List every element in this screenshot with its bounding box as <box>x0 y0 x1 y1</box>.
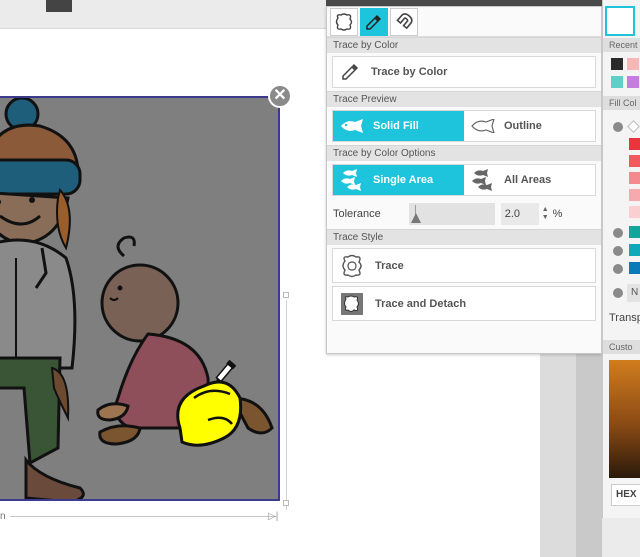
tolerance-slider[interactable] <box>408 203 495 225</box>
horizontal-dimension-line <box>10 516 276 517</box>
trace-label: Trace <box>375 259 404 272</box>
tab-trace[interactable] <box>330 8 358 36</box>
fill-swatch[interactable] <box>629 138 640 150</box>
trace-panel: Trace by Color Trace by Color Trace Prev… <box>326 6 602 354</box>
no-fill-swatch[interactable] <box>627 120 640 133</box>
color-drop-icon <box>613 264 623 274</box>
magnet-icon <box>396 13 413 30</box>
dimension-arrow-icon: ▷| <box>268 511 279 522</box>
tolerance-row: Tolerance ▲ ▼ % <box>327 199 601 229</box>
eyedropper-icon <box>342 64 358 80</box>
trace-shape-icon <box>335 13 353 31</box>
stepper-up-icon[interactable]: ▲ <box>542 206 549 214</box>
color-drop-icon <box>613 246 623 256</box>
recent-swatch[interactable] <box>611 58 623 70</box>
fill-swatch[interactable] <box>629 189 640 201</box>
transparency-label: Transp <box>609 312 640 324</box>
trace-by-color-button[interactable]: Trace by Color <box>332 56 596 88</box>
fill-swatch[interactable] <box>629 226 640 238</box>
fill-color-header: Fill Col <box>603 96 640 110</box>
fill-swatch[interactable] <box>629 262 640 274</box>
resize-handle[interactable] <box>283 500 289 506</box>
solid-fill-option[interactable]: Solid Fill <box>333 111 464 141</box>
trace-by-color-label: Trace by Color <box>371 66 448 78</box>
single-area-label: Single Area <box>373 174 434 186</box>
color-drop-icon <box>613 122 623 132</box>
solid-fill-label: Solid Fill <box>373 120 419 132</box>
vertical-dimension-line <box>286 300 287 510</box>
all-areas-label: All Areas <box>504 174 552 186</box>
slider-thumb[interactable] <box>410 213 421 223</box>
color-drop-icon <box>613 288 623 298</box>
fill-swatch[interactable] <box>629 244 640 256</box>
close-icon[interactable]: ✕ <box>268 84 292 108</box>
standing-figure-illustration <box>0 98 85 499</box>
trace-panel-tabs <box>327 7 601 37</box>
toolbar-fragment <box>46 0 72 12</box>
all-areas-option[interactable]: All Areas <box>464 165 595 195</box>
recent-colors-header: Recent <box>603 38 640 52</box>
stepper-down-icon[interactable]: ▼ <box>542 214 549 222</box>
trace-detach-icon <box>341 292 363 315</box>
recent-swatch[interactable] <box>611 76 623 88</box>
trace-and-detach-button[interactable]: Trace and Detach <box>332 286 596 321</box>
fill-swatch[interactable] <box>629 206 640 218</box>
traced-image[interactable] <box>0 96 280 501</box>
outline-option[interactable]: Outline <box>464 111 595 141</box>
trace-preview-toggle: Solid Fill Outline <box>332 110 596 142</box>
fill-color-panel: Recent Fill Col N Transp Custo HEX <box>602 0 640 518</box>
tab-magnet[interactable] <box>390 8 418 36</box>
none-button[interactable]: N <box>627 284 640 302</box>
fill-swatch[interactable] <box>629 172 640 184</box>
eyedropper-icon <box>366 15 381 30</box>
hex-label: HEX <box>611 484 640 506</box>
section-header-trace-options: Trace by Color Options <box>327 145 601 161</box>
recent-swatch[interactable] <box>627 58 639 70</box>
section-header-trace-style: Trace Style <box>327 229 601 245</box>
custom-color-header: Custo <box>603 340 640 354</box>
solid-fish-icon <box>341 119 363 133</box>
fill-panel-tab[interactable] <box>605 6 635 36</box>
tolerance-stepper[interactable]: ▲ ▼ <box>542 206 549 222</box>
trace-and-detach-label: Trace and Detach <box>375 297 467 310</box>
outline-fish-icon <box>471 119 495 133</box>
dimension-label: n <box>0 511 8 522</box>
tolerance-input[interactable] <box>500 203 539 225</box>
outline-label: Outline <box>504 120 542 132</box>
section-header-trace-by-color: Trace by Color <box>327 37 601 53</box>
tolerance-unit: % <box>552 208 563 220</box>
custom-color-picker[interactable] <box>609 360 640 478</box>
tolerance-label: Tolerance <box>333 208 381 220</box>
tab-trace-by-color[interactable] <box>360 8 388 36</box>
trace-outline-icon <box>342 254 362 277</box>
all-areas-fish-icon <box>472 169 492 191</box>
illustration <box>0 98 274 499</box>
resize-handle[interactable] <box>283 292 289 298</box>
single-area-option[interactable]: Single Area <box>333 165 464 195</box>
trace-button[interactable]: Trace <box>332 248 596 283</box>
fill-swatch[interactable] <box>629 155 640 167</box>
trace-area-toggle: Single Area All Areas <box>332 164 596 196</box>
single-area-fish-icon <box>341 169 361 191</box>
recent-swatch[interactable] <box>627 76 639 88</box>
baby-figure-illustration <box>96 235 274 447</box>
color-drop-icon <box>613 228 623 238</box>
section-header-trace-preview: Trace Preview <box>327 91 601 107</box>
